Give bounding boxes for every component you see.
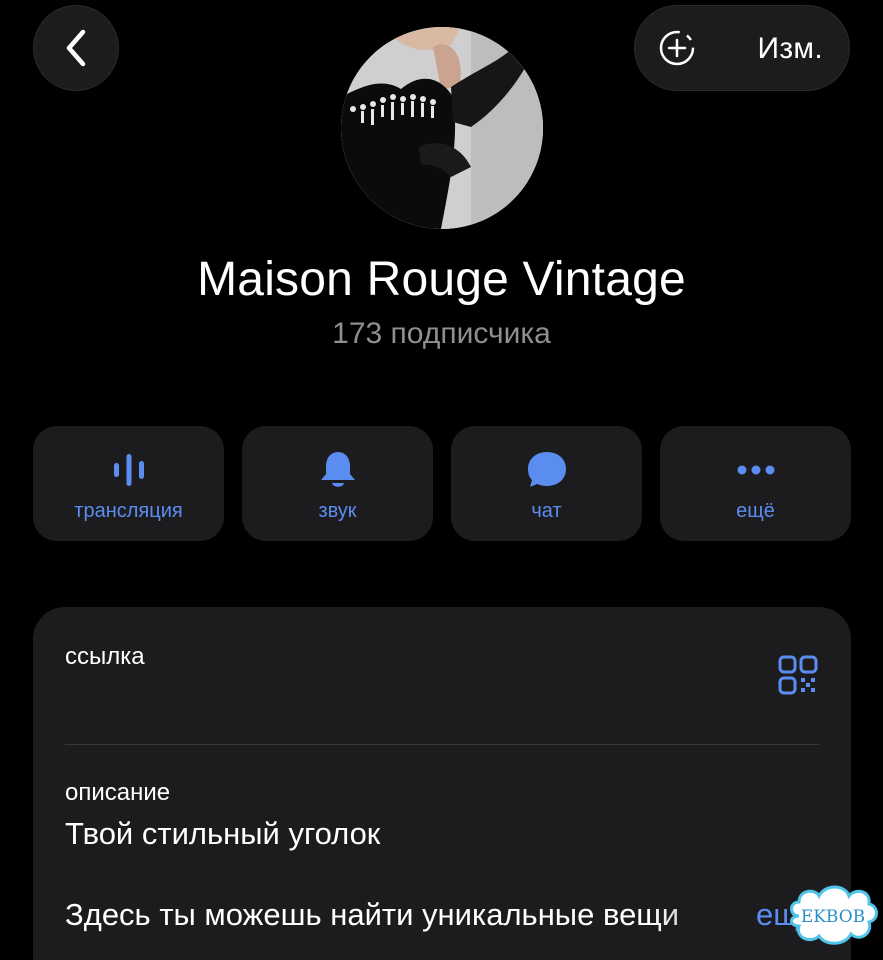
watermark-logo: EKBOB [790, 885, 878, 945]
avatar[interactable] [341, 27, 543, 229]
live-stream-label: трансляция [74, 500, 183, 522]
live-stream-button[interactable]: трансляция [33, 426, 224, 541]
svg-text:EKBOB: EKBOB [801, 907, 865, 927]
description-line-2: Здесь ты можешь найти уникальные вещи [65, 897, 680, 932]
more-label: ещё [736, 500, 775, 522]
bell-icon [320, 452, 355, 487]
chevron-left-icon [66, 29, 86, 67]
description-label: описание [65, 779, 171, 806]
link-label: ссылка [65, 643, 145, 670]
live-stream-icon [113, 454, 144, 486]
edit-button[interactable]: Изм. [758, 32, 823, 66]
channel-profile-screen: Изм. Maison Rouge Vintage 173 подписчика… [0, 0, 883, 960]
divider [65, 744, 819, 745]
description-line-1: Твой стильный уголок [65, 816, 381, 851]
chat-label: чат [531, 500, 562, 522]
channel-name: Maison Rouge Vintage [197, 253, 686, 306]
header-actions: Изм. [634, 5, 850, 91]
action-bar: трансляция звук чат ещё [33, 426, 851, 541]
add-story-icon[interactable] [657, 28, 697, 68]
more-dots-icon [737, 465, 774, 475]
chat-bubble-icon [527, 452, 566, 487]
subscriber-count: 173 подписчика [332, 317, 551, 350]
qr-code-icon[interactable] [778, 655, 818, 695]
chat-button[interactable]: чат [451, 426, 642, 541]
sound-label: звук [318, 500, 357, 522]
info-card: ссылка описание Твой стильный уголок Зде… [33, 607, 851, 960]
sound-button[interactable]: звук [242, 426, 433, 541]
avatar-image [341, 27, 543, 229]
more-button[interactable]: ещё [660, 426, 851, 541]
back-button[interactable] [33, 5, 119, 91]
